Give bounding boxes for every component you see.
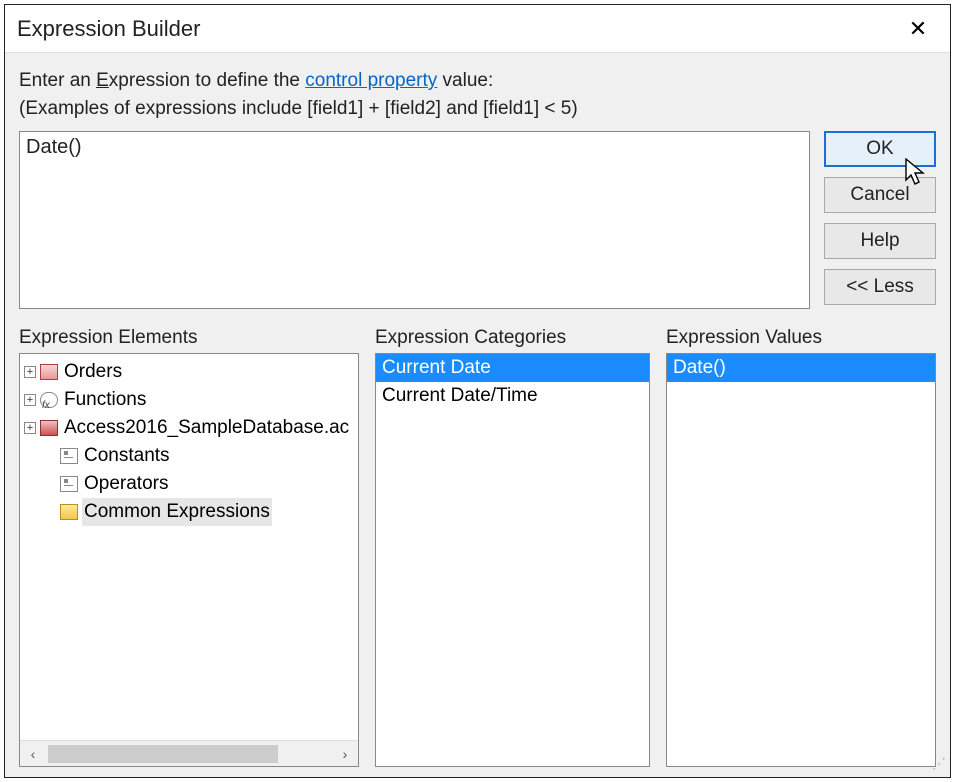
scroll-left-arrow-icon[interactable]: ‹ [20, 741, 46, 767]
upper-row: OK Cancel Help << Less [19, 131, 936, 309]
intro-mid: xpression to define the [109, 70, 305, 91]
scroll-thumb[interactable] [48, 745, 278, 763]
elements-box: + Orders + Functions + Access2016 [19, 353, 359, 767]
dialog-title: Expression Builder [17, 16, 898, 42]
intro-suffix: value: [437, 70, 493, 91]
tree-label: Access2016_SampleDatabase.ac [62, 414, 351, 442]
control-property-link[interactable]: control property [305, 70, 437, 91]
values-list: Date() [667, 354, 935, 382]
intro-text: Enter an Expression to define the contro… [19, 67, 936, 95]
values-label: Expression Values [666, 327, 936, 349]
elements-tree: + Orders + Functions + Access2016 [20, 354, 358, 530]
category-current-date[interactable]: Current Date [376, 354, 649, 382]
intro-prefix: Enter an [19, 70, 96, 91]
ok-button[interactable]: OK [824, 131, 936, 167]
tree-label: Orders [62, 358, 124, 386]
resize-grip-icon[interactable]: ⋰ [932, 759, 948, 775]
button-column: OK Cancel Help << Less [824, 131, 936, 309]
tree-item-orders[interactable]: + Orders [22, 358, 356, 386]
cancel-button[interactable]: Cancel [824, 177, 936, 213]
elements-panel: Expression Elements + Orders + Functions [19, 327, 359, 767]
lower-row: Expression Elements + Orders + Functions [19, 327, 936, 767]
help-button[interactable]: Help [824, 223, 936, 259]
categories-panel: Expression Categories Current Date Curre… [375, 327, 650, 767]
value-date-fn[interactable]: Date() [667, 354, 935, 382]
horizontal-scrollbar[interactable]: ‹ › [20, 740, 358, 766]
intro-accelerator: E [96, 70, 109, 91]
tree-item-common-expressions[interactable]: Common Expressions [22, 498, 356, 526]
category-current-datetime[interactable]: Current Date/Time [376, 382, 649, 410]
close-button[interactable]: ✕ [898, 16, 938, 42]
form-icon [40, 364, 58, 380]
tree-label: Common Expressions [82, 498, 272, 526]
tree-item-functions[interactable]: + Functions [22, 386, 356, 414]
expression-builder-dialog: Expression Builder ✕ Enter an Expression… [4, 4, 951, 778]
expand-icon[interactable]: + [24, 422, 36, 434]
database-icon [40, 420, 58, 436]
values-box: Date() [666, 353, 936, 767]
branch-icon [60, 448, 78, 464]
categories-list: Current Date Current Date/Time [376, 354, 649, 410]
intro-examples: (Examples of expressions include [field1… [19, 95, 936, 123]
dialog-content: Enter an Expression to define the contro… [5, 53, 950, 777]
elements-label: Expression Elements [19, 327, 359, 349]
values-panel: Expression Values Date() [666, 327, 936, 767]
tree-label: Functions [62, 386, 148, 414]
scroll-right-arrow-icon[interactable]: › [332, 741, 358, 767]
less-button[interactable]: << Less [824, 269, 936, 305]
titlebar: Expression Builder ✕ [5, 5, 950, 53]
tree-label: Constants [82, 442, 172, 470]
folder-icon [60, 504, 78, 520]
branch-icon [60, 476, 78, 492]
categories-box: Current Date Current Date/Time [375, 353, 650, 767]
tree-label: Operators [82, 470, 170, 498]
expand-icon[interactable]: + [24, 366, 36, 378]
tree-item-database[interactable]: + Access2016_SampleDatabase.ac [22, 414, 356, 442]
tree-item-operators[interactable]: Operators [22, 470, 356, 498]
fx-icon [40, 392, 58, 408]
categories-label: Expression Categories [375, 327, 650, 349]
expression-input[interactable] [19, 131, 810, 309]
expand-icon[interactable]: + [24, 394, 36, 406]
tree-item-constants[interactable]: Constants [22, 442, 356, 470]
